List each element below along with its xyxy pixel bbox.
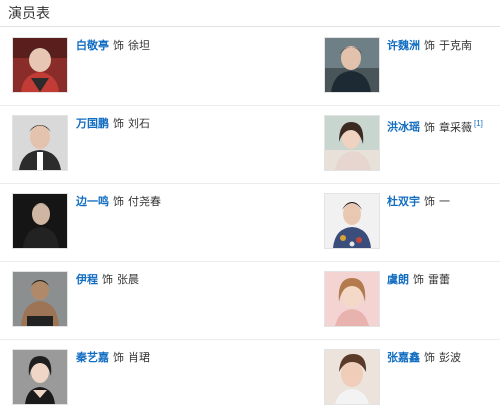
role-name: 张晨 <box>117 274 139 286</box>
cast-entry: 秦艺嘉饰肖珺 <box>0 339 240 417</box>
as-label: 饰 <box>424 352 435 364</box>
cast-text: 白敬亭饰徐坦 <box>76 39 150 53</box>
as-label: 饰 <box>113 352 124 364</box>
role-name: 于克南 <box>439 40 472 52</box>
actor-photo[interactable] <box>12 349 68 405</box>
cast-entry: 虞朗饰雷蕾 <box>312 261 500 339</box>
role-name: 付尧春 <box>128 196 161 208</box>
actor-name-link[interactable]: 白敬亭 <box>76 40 109 52</box>
cast-text: 许魏洲饰于克南 <box>387 39 472 53</box>
actor-photo[interactable] <box>324 37 380 93</box>
cast-text: 伊程饰张晨 <box>76 273 139 287</box>
cast-entry: 万国鹏饰刘石 <box>0 105 240 183</box>
cast-row: 边一鸣饰付尧春 杜双宇饰一 <box>0 183 500 262</box>
cast-text: 张嘉鑫饰彭波 <box>387 351 461 365</box>
as-label: 饰 <box>113 118 124 130</box>
as-label: 饰 <box>424 121 435 134</box>
actor-photo[interactable] <box>12 193 68 249</box>
actor-name-link[interactable]: 秦艺嘉 <box>76 352 109 364</box>
section-header: 演员表 <box>0 0 500 27</box>
cast-entry: 许魏洲饰于克南 <box>312 27 500 105</box>
cast-row: 万国鹏饰刘石 洪冰瑶饰章采薇 [1] <box>0 105 500 184</box>
cast-entry: 张嘉鑫饰彭波 <box>312 339 500 417</box>
actor-photo[interactable] <box>12 271 68 327</box>
role-name: 徐坦 <box>128 40 150 52</box>
citation-link[interactable]: [1] <box>474 119 483 128</box>
role-name: 彭波 <box>439 352 461 364</box>
cast-entry: 洪冰瑶饰章采薇 [1] <box>312 105 500 183</box>
cast-entry: 白敬亭饰徐坦 <box>0 27 240 105</box>
cast-text: 万国鹏饰刘石 <box>76 117 150 131</box>
role-name: 章采薇 <box>439 121 472 134</box>
actor-name-link[interactable]: 洪冰瑶 <box>387 122 420 134</box>
role-name: 一 <box>439 196 450 208</box>
actor-name-link[interactable]: 虞朗 <box>387 274 409 286</box>
cast-entry: 伊程饰张晨 <box>0 261 240 339</box>
cast-text: 虞朗饰雷蕾 <box>387 273 450 287</box>
cast-text: 边一鸣饰付尧春 <box>76 195 161 209</box>
as-label: 饰 <box>113 40 124 52</box>
actor-photo[interactable] <box>324 193 380 249</box>
cast-entry: 边一鸣饰付尧春 <box>0 183 240 261</box>
section-title: 演员表 <box>8 5 50 21</box>
cast-row: 伊程饰张晨 虞朗饰雷蕾 <box>0 261 500 340</box>
role-name: 刘石 <box>128 118 150 130</box>
role-name: 肖珺 <box>128 352 150 364</box>
actor-photo[interactable] <box>12 115 68 171</box>
role-name: 雷蕾 <box>428 274 450 286</box>
actor-name-link[interactable]: 边一鸣 <box>76 196 109 208</box>
actor-photo[interactable] <box>324 349 380 405</box>
cast-row: 秦艺嘉饰肖珺 张嘉鑫饰彭波 <box>0 339 500 417</box>
cast-text: 杜双宇饰一 <box>387 195 450 209</box>
cast-text: 洪冰瑶饰章采薇 [1] <box>387 117 483 135</box>
actor-name-link[interactable]: 张嘉鑫 <box>387 352 420 364</box>
actor-photo[interactable] <box>324 271 380 327</box>
actor-photo[interactable] <box>324 115 380 171</box>
cast-row: 白敬亭饰徐坦 许魏洲饰于克南 <box>0 27 500 106</box>
as-label: 饰 <box>424 40 435 52</box>
cast-list-page: 演员表 白敬亭饰徐坦 许魏洲 饰 于克南 万国鹏 饰 刘石 洪冰瑶 饰 章采薇 … <box>0 0 500 413</box>
as-label: 饰 <box>413 274 424 286</box>
actor-name-link[interactable]: 许魏洲 <box>387 40 420 52</box>
cast-entry: 杜双宇饰一 <box>312 183 500 261</box>
actor-name-link[interactable]: 杜双宇 <box>387 196 420 208</box>
cast-text: 秦艺嘉饰肖珺 <box>76 351 150 365</box>
as-label: 饰 <box>424 196 435 208</box>
actor-photo[interactable] <box>12 37 68 93</box>
actor-name-link[interactable]: 万国鹏 <box>76 118 109 130</box>
as-label: 饰 <box>102 274 113 286</box>
actor-name-link[interactable]: 伊程 <box>76 274 98 286</box>
as-label: 饰 <box>113 196 124 208</box>
